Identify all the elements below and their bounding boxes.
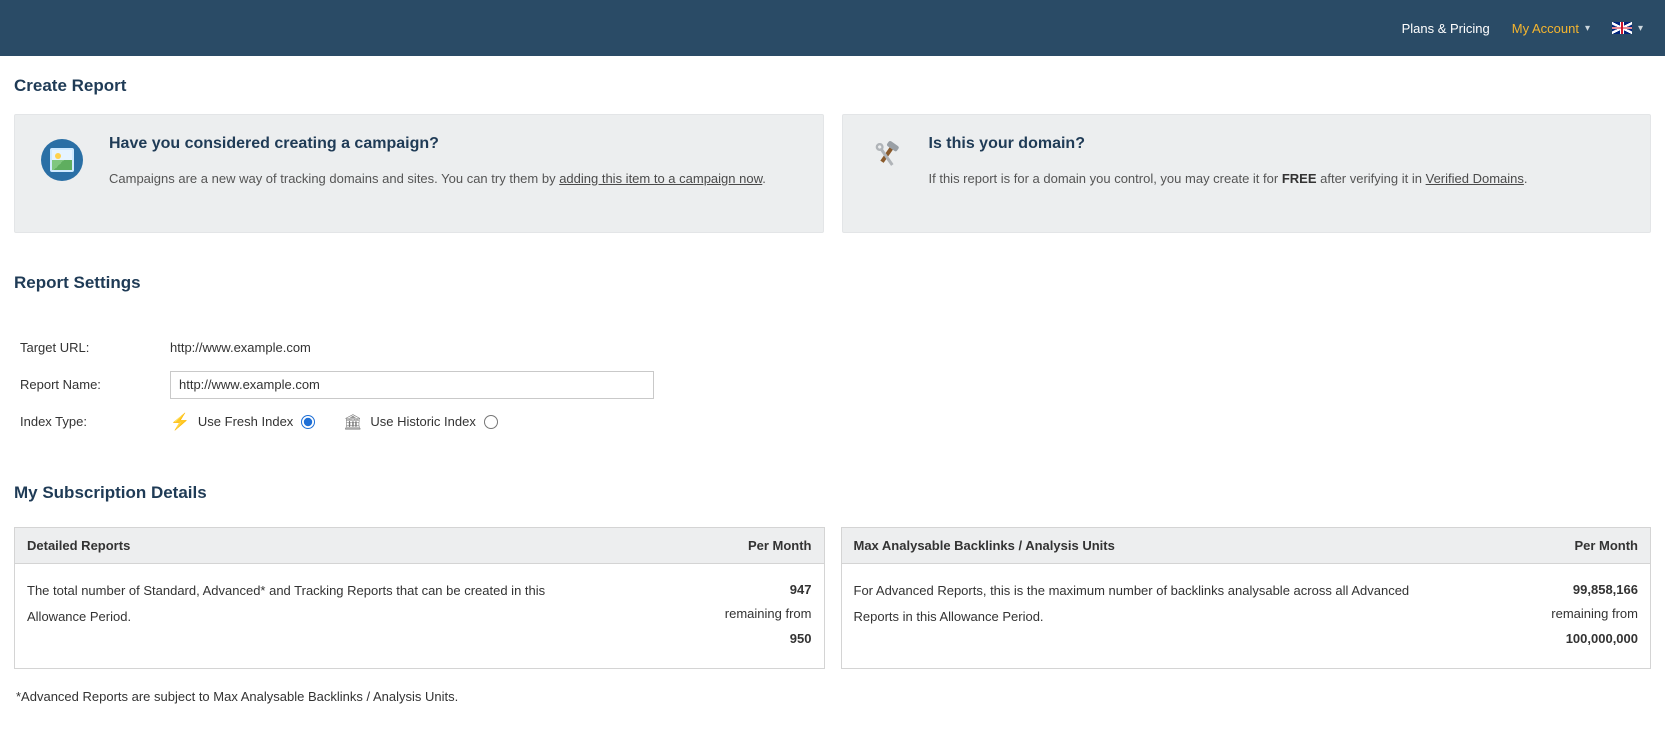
detailed-reports-title: Detailed Reports	[27, 538, 130, 553]
detailed-reports-remaining: 947	[725, 578, 812, 603]
domain-card-title: Is this your domain?	[929, 135, 1528, 153]
detailed-reports-total: 950	[725, 627, 812, 652]
fresh-index-radio[interactable]	[301, 415, 315, 429]
campaign-text-after: .	[762, 171, 766, 186]
detailed-reports-middle: remaining from	[725, 602, 812, 627]
target-url-row: Target URL: http://www.example.com	[14, 331, 1651, 365]
report-name-input[interactable]	[170, 371, 654, 399]
max-backlinks-body: For Advanced Reports, this is the maximu…	[842, 564, 1651, 668]
chevron-down-icon: ▾	[1585, 23, 1590, 34]
per-month-label: Per Month	[748, 538, 812, 553]
report-name-label: Report Name:	[14, 377, 170, 392]
detailed-reports-head: Detailed Reports Per Month	[15, 528, 824, 564]
my-account-dropdown[interactable]: My Account ▾	[1512, 21, 1590, 36]
campaign-card-title: Have you considered creating a campaign?	[109, 135, 766, 153]
target-url-value: http://www.example.com	[170, 340, 311, 355]
index-type-radio-group: ⚡ Use Fresh Index 🏛 Use Historic Index	[170, 412, 498, 432]
picture-icon	[50, 148, 74, 172]
historic-index-label: Use Historic Index	[370, 414, 475, 429]
max-backlinks-total: 100,000,000	[1551, 627, 1638, 652]
campaign-card: Have you considered creating a campaign?…	[14, 114, 824, 233]
report-name-row: Report Name:	[14, 365, 1651, 405]
detailed-reports-body: The total number of Standard, Advanced* …	[15, 564, 824, 668]
detailed-reports-card: Detailed Reports Per Month The total num…	[14, 527, 825, 669]
campaign-card-text: Campaigns are a new way of tracking doma…	[109, 167, 766, 192]
language-selector[interactable]: ▾	[1612, 22, 1643, 34]
target-url-label: Target URL:	[14, 340, 170, 355]
subscription-details-section: My Subscription Details Detailed Reports…	[14, 483, 1651, 704]
domain-free-bold: FREE	[1282, 171, 1317, 186]
top-bar: Plans & Pricing My Account ▾ ▾	[0, 0, 1665, 56]
campaign-text-before: Campaigns are a new way of tracking doma…	[109, 171, 559, 186]
domain-card-text: If this report is for a domain you contr…	[929, 167, 1528, 192]
domain-text-before: If this report is for a domain you contr…	[929, 171, 1282, 186]
add-to-campaign-link[interactable]: adding this item to a campaign now	[559, 171, 762, 186]
page-title: Create Report	[14, 76, 1651, 96]
max-backlinks-desc: For Advanced Reports, this is the maximu…	[854, 578, 1414, 652]
report-settings-section: Report Settings Target URL: http://www.e…	[14, 273, 1651, 439]
subscription-heading: My Subscription Details	[14, 483, 1651, 503]
campaign-icon	[41, 139, 83, 181]
index-type-label: Index Type:	[14, 414, 170, 429]
index-type-row: Index Type: ⚡ Use Fresh Index 🏛 Use Hist…	[14, 405, 1651, 439]
max-backlinks-head: Max Analysable Backlinks / Analysis Unit…	[842, 528, 1651, 564]
historic-index-radio[interactable]	[484, 415, 498, 429]
info-cards-row: Have you considered creating a campaign?…	[14, 114, 1651, 233]
fresh-index-option[interactable]: ⚡ Use Fresh Index	[170, 412, 315, 432]
tools-icon	[869, 139, 903, 173]
my-account-label: My Account	[1512, 21, 1579, 36]
domain-card: Is this your domain? If this report is f…	[842, 114, 1652, 233]
max-backlinks-numbers: 99,858,166 remaining from 100,000,000	[1551, 578, 1638, 652]
report-settings-heading: Report Settings	[14, 273, 1651, 293]
chevron-down-icon: ▾	[1638, 23, 1643, 34]
max-backlinks-remaining: 99,858,166	[1551, 578, 1638, 603]
domain-card-body: Is this your domain? If this report is f…	[929, 135, 1528, 192]
campaign-card-body: Have you considered creating a campaign?…	[109, 135, 766, 210]
historic-index-option[interactable]: 🏛 Use Historic Index	[343, 413, 498, 431]
max-backlinks-title: Max Analysable Backlinks / Analysis Unit…	[854, 538, 1115, 553]
plans-pricing-link[interactable]: Plans & Pricing	[1402, 21, 1490, 36]
page-content: Create Report Have you considered creati…	[0, 56, 1665, 734]
domain-text-mid: after verifying it in	[1317, 171, 1426, 186]
domain-text-after: .	[1524, 171, 1528, 186]
verified-domains-link[interactable]: Verified Domains	[1426, 171, 1524, 186]
bank-icon: 🏛	[343, 413, 362, 431]
subscription-tables-row: Detailed Reports Per Month The total num…	[14, 527, 1651, 669]
max-backlinks-middle: remaining from	[1551, 602, 1638, 627]
detailed-reports-numbers: 947 remaining from 950	[725, 578, 812, 652]
detailed-reports-desc: The total number of Standard, Advanced* …	[27, 578, 587, 652]
fresh-index-label: Use Fresh Index	[198, 414, 293, 429]
per-month-label: Per Month	[1574, 538, 1638, 553]
subscription-footnote: *Advanced Reports are subject to Max Ana…	[14, 689, 1651, 704]
uk-flag-icon	[1612, 22, 1632, 34]
max-backlinks-card: Max Analysable Backlinks / Analysis Unit…	[841, 527, 1652, 669]
bolt-icon: ⚡	[170, 412, 190, 432]
